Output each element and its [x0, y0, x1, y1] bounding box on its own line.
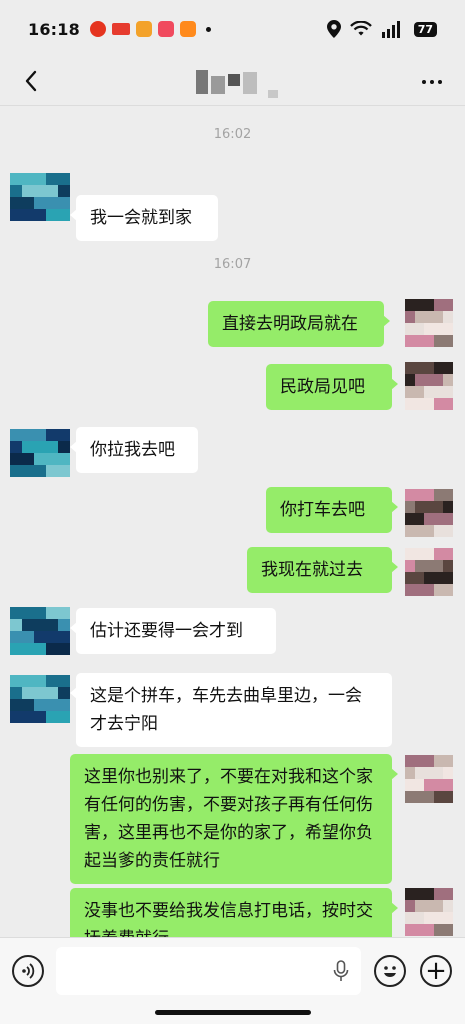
timestamp: 16:07 [213, 257, 252, 272]
more-button[interactable] [417, 70, 447, 94]
outgoing-message-bubble[interactable]: 没事也不要给我发信息打电话，按时交抚养费就行 [70, 888, 398, 937]
timestamp: 16:02 [213, 127, 252, 142]
emoji-button[interactable] [374, 955, 406, 987]
red-app-icon [89, 21, 106, 37]
plus-icon: + [425, 956, 447, 986]
incoming-message-bubble[interactable]: 估计还要得一会才到 [70, 608, 276, 654]
contact-avatar[interactable] [10, 429, 70, 477]
status-bar: 16:18 77 [0, 0, 465, 58]
status-time: 16:18 [28, 19, 80, 39]
orange-book-icon [179, 21, 196, 37]
news-app-icon [111, 23, 130, 35]
mic-icon[interactable] [333, 960, 349, 982]
voice-icon [22, 963, 35, 979]
incoming-message-bubble[interactable]: 你拉我去吧 [70, 427, 198, 473]
contact-avatar[interactable] [10, 607, 70, 655]
incoming-message-bubble[interactable]: 这是个拼车，车先去曲阜里边，一会才去宁阳 [70, 673, 392, 747]
notification-icons [89, 21, 211, 37]
my-avatar[interactable] [405, 755, 453, 803]
outgoing-message-bubble[interactable]: 直接去明政局就在 [208, 301, 390, 347]
chat-header [0, 58, 465, 106]
back-button[interactable] [16, 66, 46, 96]
home-indicator [155, 1010, 311, 1015]
system-icons: 77 [326, 20, 437, 38]
chevron-left-icon [25, 70, 37, 92]
my-avatar[interactable] [405, 548, 453, 596]
my-avatar[interactable] [405, 489, 453, 537]
outgoing-message-bubble[interactable]: 你打车去吧 [266, 487, 398, 533]
my-avatar[interactable] [405, 299, 453, 347]
outgoing-message-bubble[interactable]: 民政局见吧 [266, 364, 398, 410]
contact-avatar[interactable] [10, 675, 70, 723]
message-list[interactable]: 16:02 我一会就到家 16:07 直接去明政局就在民政局见吧你拉我去吧你打车去吧我… [0, 107, 465, 937]
battery-icon: 77 [413, 21, 437, 37]
more-dots-icon [422, 80, 426, 84]
more-notifications-dot [205, 26, 211, 32]
outgoing-message-bubble[interactable]: 这里你也别来了，不要在对我和这个家有任何的伤害，不要对孩子再有任何伤害，这里再也… [70, 754, 398, 884]
outgoing-message-bubble[interactable]: 我现在就过去 [247, 547, 398, 593]
incoming-message-bubble[interactable]: 我一会就到家 [70, 195, 218, 241]
orange-app-icon [135, 21, 152, 37]
voice-button[interactable] [12, 955, 44, 987]
emoji-icon [384, 966, 396, 977]
plus-button[interactable]: + [420, 955, 452, 987]
5g-signal-icon [381, 21, 400, 38]
my-avatar[interactable] [405, 888, 453, 936]
message-input[interactable] [56, 947, 361, 995]
chat-title-blurred [196, 70, 278, 98]
location-icon [326, 20, 341, 38]
wifi-icon [349, 21, 372, 36]
my-avatar[interactable] [405, 362, 453, 410]
contact-avatar[interactable] [10, 173, 70, 221]
pink-app-icon [157, 21, 174, 37]
